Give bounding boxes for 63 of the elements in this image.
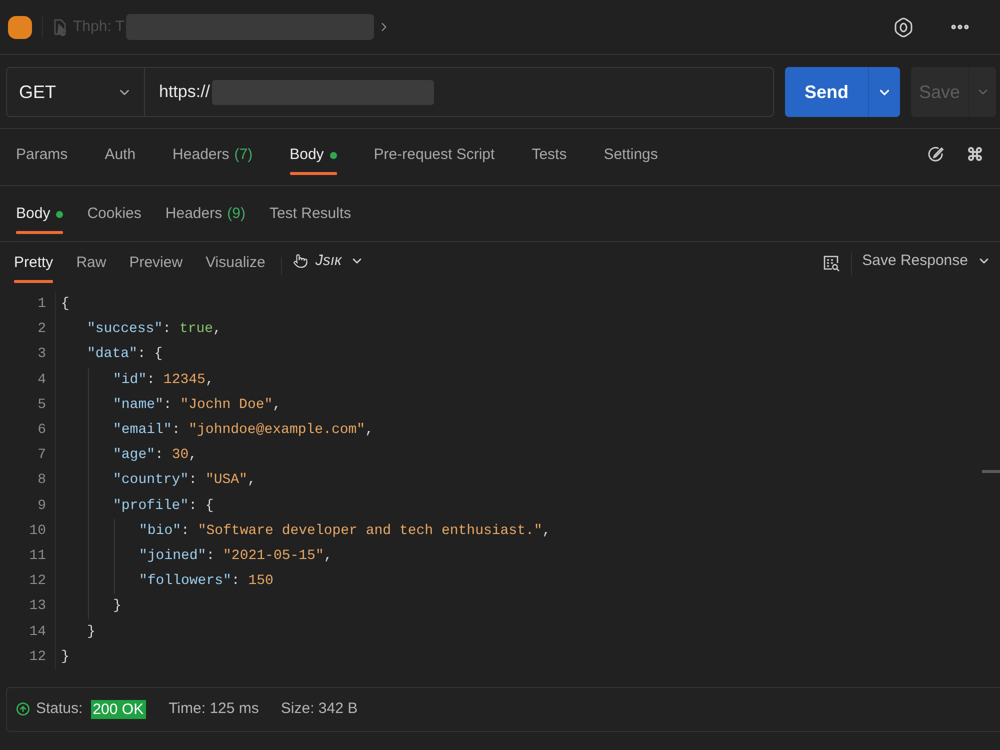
code-line: "id": 12345, bbox=[113, 370, 214, 390]
line-number: 10 bbox=[28, 522, 46, 541]
tab[interactable]: Test Results bbox=[269, 205, 352, 234]
tab[interactable]: Auth bbox=[104, 146, 136, 175]
line-number: 9 bbox=[36, 496, 46, 516]
tab[interactable]: Headers (7) bbox=[172, 146, 253, 175]
command-icon[interactable] bbox=[967, 146, 983, 162]
tab[interactable]: Pre-request Script bbox=[374, 146, 495, 175]
tab[interactable]: Body bbox=[16, 205, 64, 234]
tab[interactable]: Raw bbox=[76, 254, 106, 283]
language-dropdown[interactable]: Jsıк bbox=[293, 250, 364, 272]
code-line: "email": "johndoe@example.com", bbox=[113, 421, 374, 440]
tab[interactable]: Headers (9) bbox=[165, 205, 246, 234]
code-line: "age": 30, bbox=[113, 446, 198, 466]
tab[interactable]: Cookies bbox=[87, 205, 142, 234]
code-line: "followers": 150 bbox=[139, 572, 274, 592]
url-field[interactable]: https:// bbox=[145, 67, 774, 117]
cursor-icon bbox=[53, 18, 67, 36]
arrow-circle-icon bbox=[16, 702, 30, 716]
edit-icon[interactable] bbox=[928, 146, 944, 162]
response-time: Time: 125 ms bbox=[168, 699, 259, 720]
status-label: Status: bbox=[36, 699, 83, 720]
line-number: 6 bbox=[36, 421, 46, 440]
method-dropdown[interactable]: GET bbox=[6, 67, 145, 117]
code-line: "bio": "Software developer and tech enthusiast.", bbox=[139, 522, 551, 541]
line-number: 7 bbox=[36, 446, 46, 466]
line-number: 2 bbox=[36, 320, 46, 340]
line-number: 1 bbox=[36, 295, 46, 314]
code-line: "profile": { bbox=[113, 496, 214, 516]
code-line: } bbox=[87, 622, 96, 642]
tab[interactable]: Pretty bbox=[14, 254, 54, 283]
ring-icon[interactable] bbox=[894, 16, 913, 38]
table-search-icon[interactable] bbox=[823, 255, 840, 272]
scrollbar-thumb[interactable] bbox=[982, 470, 1000, 473]
line-number: 5 bbox=[36, 396, 46, 415]
line-number: 11 bbox=[28, 546, 46, 566]
tab[interactable]: Visualize bbox=[206, 254, 266, 283]
code-line: "name": "Jochn Doe", bbox=[113, 396, 282, 415]
line-number: 3 bbox=[36, 345, 46, 364]
line-number: 8 bbox=[36, 471, 46, 490]
code-line: "joined": "2021-05-15", bbox=[139, 546, 332, 566]
line-number: 14 bbox=[28, 622, 46, 642]
response-size: Size: 342 B bbox=[280, 699, 358, 720]
save-response-button[interactable]: Save Response bbox=[862, 250, 991, 272]
hand-icon bbox=[293, 252, 308, 269]
code-line: } bbox=[61, 648, 70, 667]
tab[interactable]: Params bbox=[16, 146, 68, 175]
line-number: 13 bbox=[28, 597, 46, 616]
line-number: 12 bbox=[28, 572, 46, 592]
code-line: } bbox=[113, 597, 122, 616]
tab[interactable]: Preview bbox=[129, 254, 183, 283]
status-code: 200 OK bbox=[90, 700, 146, 719]
code-line: { bbox=[61, 295, 70, 314]
tab[interactable]: Body bbox=[290, 146, 337, 175]
code-line: "data": { bbox=[87, 345, 163, 364]
logo-icon[interactable] bbox=[8, 16, 32, 38]
tab[interactable]: Settings bbox=[604, 146, 658, 175]
code-line: "country": "USA", bbox=[113, 471, 256, 490]
tab[interactable]: Tests bbox=[532, 146, 567, 175]
line-number: 4 bbox=[36, 370, 46, 390]
line-number: 12 bbox=[28, 648, 46, 667]
send-button[interactable]: Send bbox=[785, 67, 868, 117]
code-line: "success": true, bbox=[87, 320, 222, 340]
